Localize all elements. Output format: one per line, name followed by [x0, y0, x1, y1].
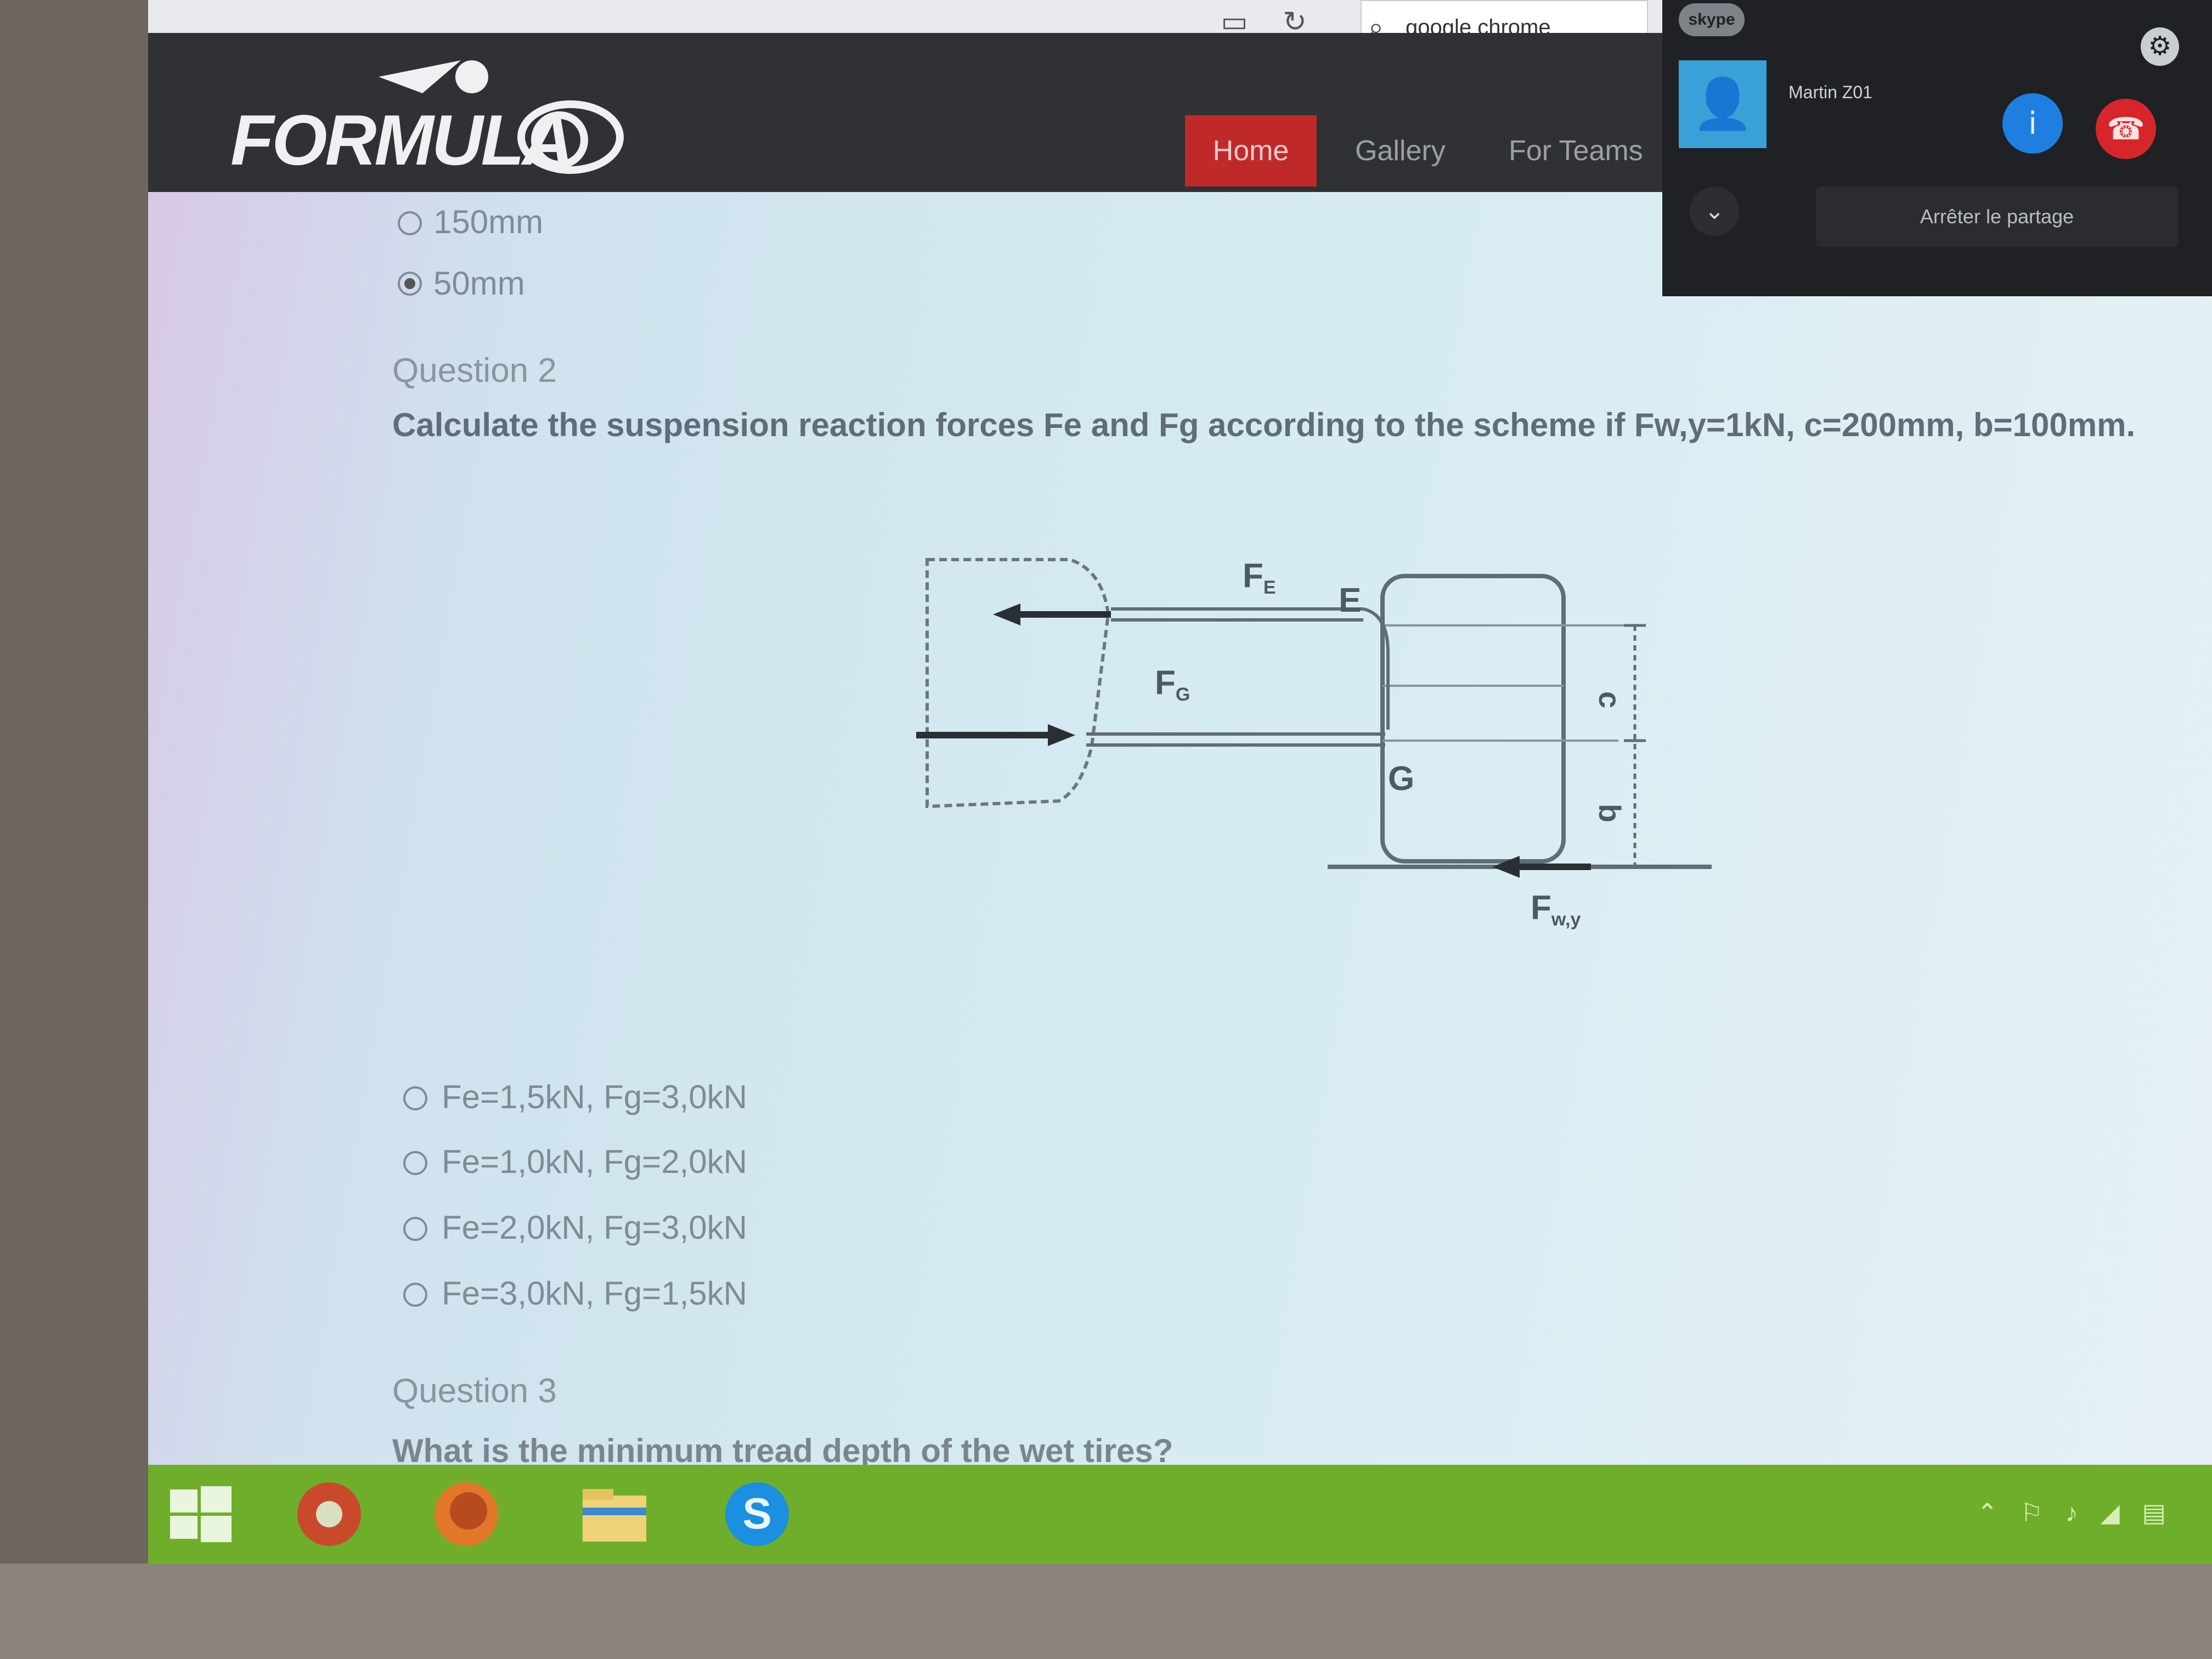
- fwy-label: Fw,y: [1531, 889, 1581, 930]
- suspension-diagram: FE FG E G c b Fw,y: [916, 557, 1712, 930]
- logo-text: FORMULA: [230, 100, 574, 180]
- chassis-outline: [926, 558, 1110, 809]
- skype-icon[interactable]: S: [719, 1476, 795, 1553]
- file-explorer-icon[interactable]: [576, 1476, 653, 1553]
- nav-home[interactable]: Home: [1185, 115, 1317, 187]
- q2-option-4-radio[interactable]: [403, 1283, 427, 1307]
- q2-option-3-radio[interactable]: [403, 1217, 427, 1241]
- wheel-outline: [1380, 574, 1566, 864]
- q1-option-1-radio[interactable]: [398, 211, 422, 235]
- nav-gallery[interactable]: Gallery: [1355, 115, 1446, 187]
- q1-option-1-label: 150mm: [433, 204, 544, 240]
- g-label: G: [1388, 760, 1414, 798]
- svg-text:S: S: [742, 1489, 771, 1538]
- q1-option-2-radio[interactable]: [398, 272, 422, 296]
- caller-name: Martin Z01: [1788, 82, 1872, 102]
- taskbar: S ⌃ ⚐ ♪ ◢ ▤: [148, 1465, 2212, 1564]
- wall-bottom: [0, 1564, 2212, 1659]
- e-label: E: [1339, 582, 1361, 619]
- q2-option-1-label: Fe=1,5kN, Fg=3,0kN: [442, 1079, 747, 1115]
- system-tray[interactable]: ⌃ ⚐ ♪ ◢ ▤: [1977, 1498, 2174, 1527]
- projected-screen: ▭ ↻ ⌕ google chrome FORMULA Home Gallery…: [148, 0, 2212, 1564]
- q2-option-3-label: Fe=2,0kN, Fg=3,0kN: [442, 1209, 747, 1246]
- question-2-label: Question 2: [392, 352, 557, 390]
- skype-logo: skype: [1679, 3, 1745, 36]
- b-label: b: [1593, 804, 1627, 822]
- q2-option-1-radio[interactable]: [403, 1086, 427, 1110]
- question-2-text: Calculate the suspension reaction forces…: [392, 407, 2136, 443]
- wall-left: [0, 0, 148, 1659]
- nav-for-teams[interactable]: For Teams: [1509, 115, 1643, 187]
- avatar: 👤: [1679, 60, 1767, 148]
- fe-label: FE: [1243, 557, 1276, 598]
- gear-icon[interactable]: ⚙: [2141, 27, 2179, 66]
- start-icon[interactable]: [165, 1476, 236, 1553]
- skype-call-panel: skype ⚙ 👤 Martin Z01 ⅰ ☎ ⌄ Arrêter le pa…: [1662, 0, 2212, 296]
- q2-option-2-radio[interactable]: [403, 1151, 427, 1175]
- call-info-button[interactable]: ⅰ: [2002, 93, 2063, 154]
- q1-option-2-label: 50mm: [433, 265, 525, 302]
- chevron-down-icon[interactable]: ⌄: [1690, 187, 1739, 236]
- q2-option-2-label: Fe=1,0kN, Fg=2,0kN: [442, 1143, 747, 1180]
- firefox-icon[interactable]: [428, 1476, 505, 1553]
- q2-option-4-label: Fe=3,0kN, Fg=1,5kN: [442, 1275, 747, 1312]
- question-3-text: What is the minimum tread depth of the w…: [392, 1432, 1173, 1469]
- hang-up-button[interactable]: ☎: [2096, 99, 2156, 159]
- c-label: c: [1593, 691, 1627, 708]
- fg-label: FG: [1155, 664, 1190, 705]
- stop-sharing-button[interactable]: Arrêter le partage: [1816, 187, 2178, 247]
- question-3-label: Question 3: [392, 1372, 557, 1410]
- chrome-icon[interactable]: [291, 1476, 368, 1553]
